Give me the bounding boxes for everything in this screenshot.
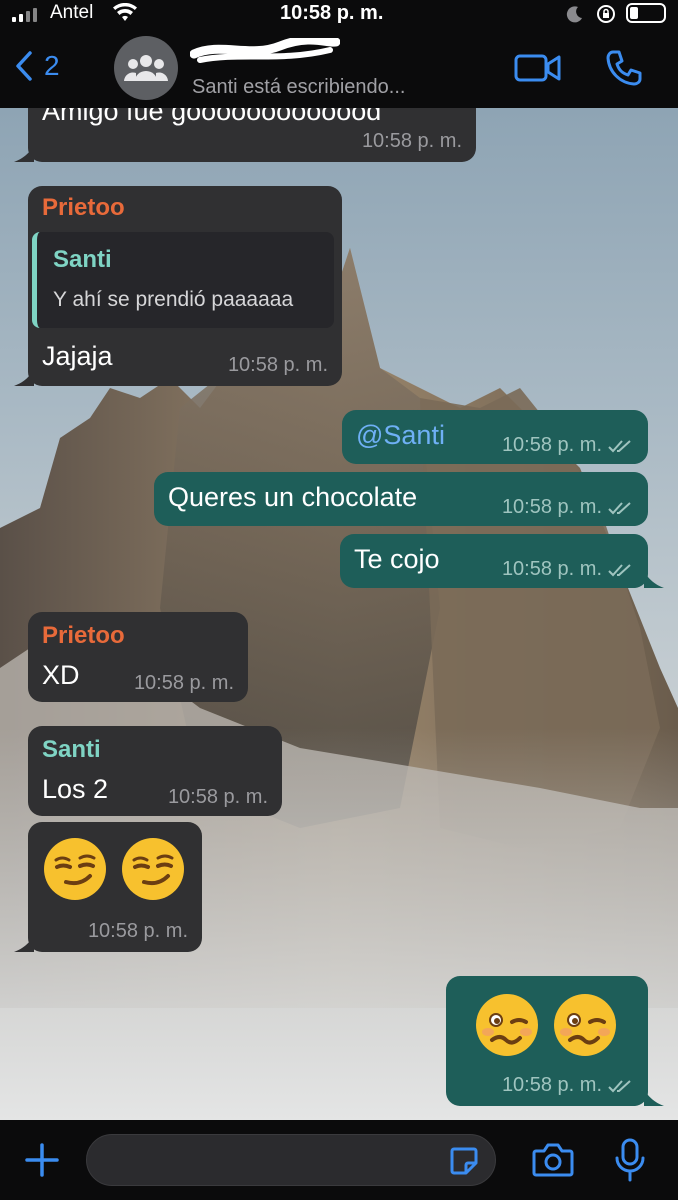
- status-time: 10:58 p. m.: [280, 2, 384, 24]
- unread-count: 2: [44, 50, 60, 81]
- message-time: 10:58 p. m.: [502, 558, 634, 581]
- message-input-wrapper[interactable]: [86, 1134, 496, 1186]
- rotation-lock-icon: [597, 5, 615, 23]
- bubble-tail: [644, 1090, 664, 1106]
- message-text: Amigo fue gooooooooooood: [42, 108, 382, 126]
- message-text: Queres un chocolate: [168, 482, 418, 512]
- message-time: 10:58 p. m.: [502, 1074, 634, 1097]
- bubble-tail: [14, 370, 34, 386]
- time-label: 10:58 p. m.: [501, 434, 602, 456]
- message-incoming[interactable]: Amigo fue gooooooooooood 10:58 p. m.: [28, 108, 476, 162]
- sticker-icon[interactable]: [449, 1146, 479, 1176]
- message-incoming[interactable]: Prietoo XD 10:58 p. m.: [28, 612, 248, 702]
- video-call-icon[interactable]: [514, 52, 562, 84]
- message-outgoing[interactable]: @Santi 10:58 p. m.: [342, 410, 648, 464]
- time-label: 10:58 p. m.: [501, 1074, 602, 1096]
- sender-name: Prietoo: [42, 194, 125, 221]
- message-time: 10:58 p. m.: [227, 354, 328, 376]
- chevron-left-icon: [16, 51, 32, 81]
- message-time: 10:58 p. m.: [502, 496, 634, 519]
- quoted-message[interactable]: Santi Y ahí se prendió paaaaaa: [32, 232, 334, 328]
- typing-status: Santi está escribiendo...: [192, 76, 406, 98]
- message-time: 10:58 p. m.: [502, 434, 634, 457]
- cellular-signal-icon: [12, 8, 37, 22]
- message-time: 10:58 p. m.: [167, 786, 268, 808]
- chat-header: 2 Santi está escribiendo...: [0, 30, 678, 108]
- quoted-sender: Santi: [53, 246, 112, 273]
- message-input[interactable]: [87, 1135, 427, 1185]
- microphone-icon[interactable]: [614, 1138, 646, 1182]
- message-time: 10:58 p. m.: [133, 672, 234, 694]
- battery-icon: [626, 3, 666, 23]
- smirking-face-icon: [122, 838, 184, 900]
- message-outgoing[interactable]: Queres un chocolate 10:58 p. m.: [154, 472, 648, 526]
- message-incoming[interactable]: 10:58 p. m.: [28, 822, 202, 952]
- camera-icon[interactable]: [532, 1142, 574, 1178]
- woozy-face-icon: [554, 994, 616, 1056]
- message-incoming[interactable]: Prietoo Santi Y ahí se prendió paaaaaa J…: [28, 186, 342, 386]
- read-receipt-icon: [608, 1079, 631, 1093]
- mention-link[interactable]: @Santi: [356, 420, 445, 451]
- message-incoming[interactable]: Santi Los 2 10:58 p. m.: [28, 726, 282, 816]
- back-button[interactable]: 2: [14, 50, 60, 82]
- quoted-text: Y ahí se prendió paaaaaa: [53, 288, 294, 311]
- read-receipt-icon: [608, 439, 631, 453]
- message-text: XD: [42, 660, 80, 690]
- composer-bar: [0, 1120, 678, 1200]
- sender-name: Santi: [42, 736, 101, 763]
- group-icon: [124, 55, 168, 81]
- message-text: Jajaja: [42, 341, 113, 371]
- message-time: 10:58 p. m.: [87, 920, 188, 942]
- smirking-face-icon: [44, 838, 106, 900]
- message-time: 10:58 p. m.: [361, 130, 462, 152]
- carrier-name: Antel: [50, 2, 94, 23]
- message-outgoing[interactable]: 10:58 p. m.: [446, 976, 648, 1106]
- phone-call-icon[interactable]: [604, 48, 644, 88]
- plus-icon[interactable]: [24, 1142, 60, 1178]
- time-label: 10:58 p. m.: [501, 558, 602, 580]
- bubble-tail: [644, 572, 664, 588]
- wifi-icon: [113, 3, 137, 21]
- redacted-group-name: [190, 38, 340, 63]
- message-list[interactable]: Amigo fue gooooooooooood 10:58 p. m. Pri…: [0, 108, 678, 1120]
- sender-name: Prietoo: [42, 622, 125, 649]
- bubble-tail: [14, 146, 34, 162]
- read-receipt-icon: [608, 501, 631, 515]
- moon-icon: [566, 6, 582, 23]
- message-text: Te cojo: [354, 544, 440, 574]
- status-bar: Antel 10:58 p. m.: [0, 0, 678, 30]
- message-outgoing[interactable]: Te cojo 10:58 p. m.: [340, 534, 648, 588]
- group-avatar[interactable]: [114, 36, 178, 100]
- bubble-tail: [14, 936, 34, 952]
- time-label: 10:58 p. m.: [501, 496, 602, 518]
- message-text: Los 2: [42, 774, 109, 804]
- read-receipt-icon: [608, 563, 631, 577]
- woozy-face-icon: [476, 994, 538, 1056]
